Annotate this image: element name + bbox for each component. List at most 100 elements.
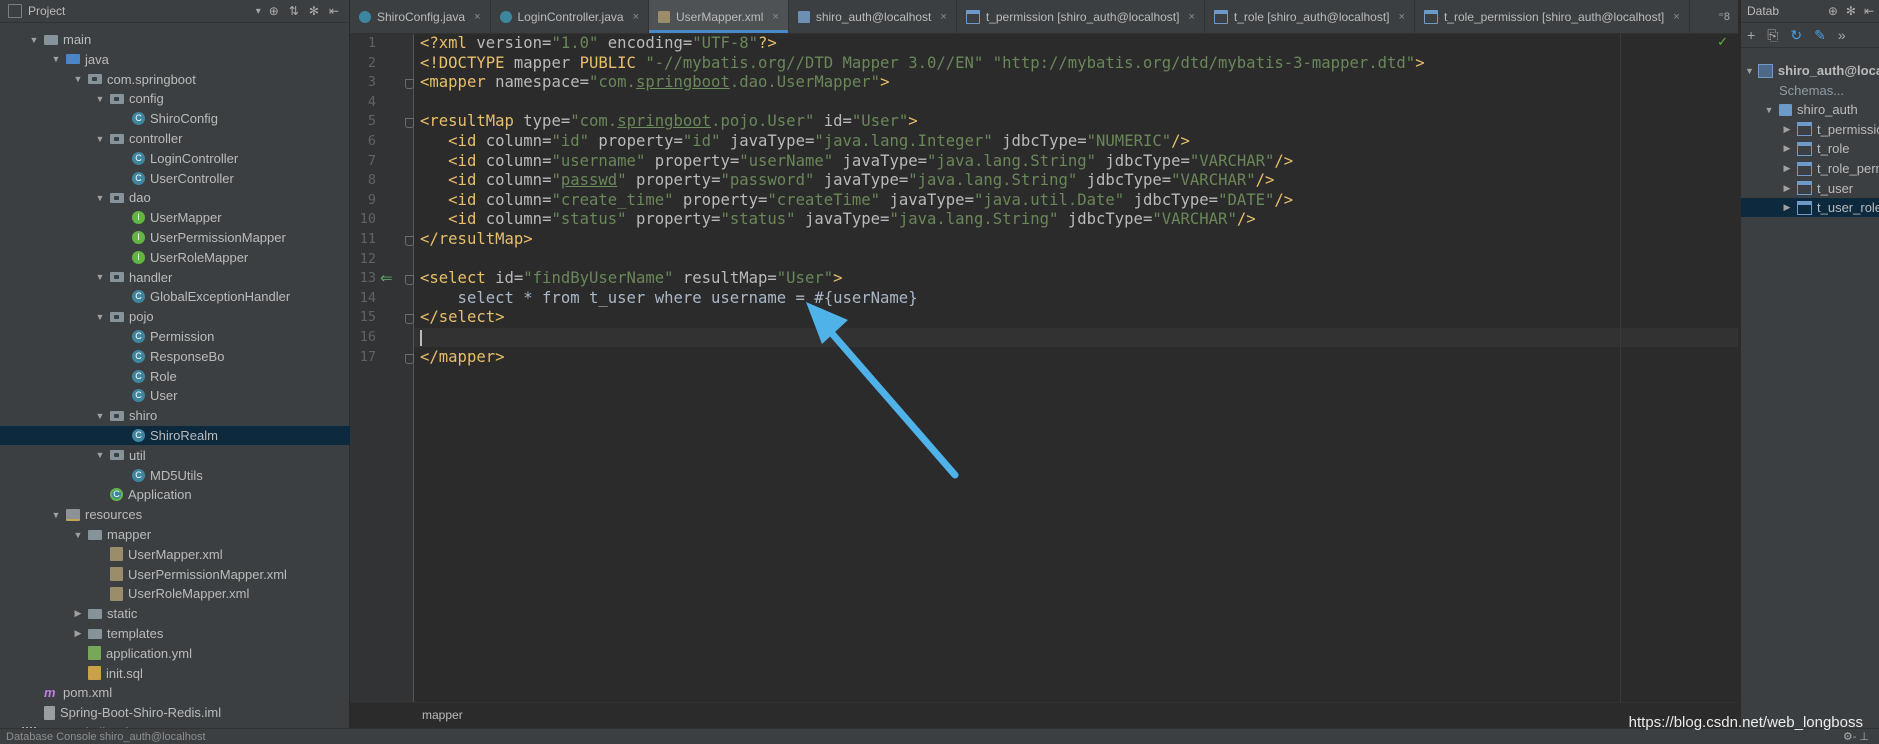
close-icon[interactable]: × xyxy=(1673,11,1679,23)
collapse-arrow-icon[interactable]: ▼ xyxy=(72,74,84,84)
tree-item[interactable]: ▼ main xyxy=(0,30,377,49)
navigate-to-method-icon[interactable]: ⇐ xyxy=(380,269,393,288)
fold-marker-icon[interactable] xyxy=(405,275,414,286)
code-line[interactable]: select * from t_user where username = #{… xyxy=(420,289,918,308)
code-line[interactable]: </resultMap> xyxy=(420,230,533,249)
db-toolbar-icon[interactable]: ↻ xyxy=(1790,27,1802,44)
xml-file-icon xyxy=(658,10,671,23)
close-icon[interactable]: × xyxy=(474,11,480,23)
expand-arrow-icon[interactable]: ▼ xyxy=(1763,105,1775,115)
project-tool-icon[interactable]: ⊕ xyxy=(269,4,279,18)
collapse-arrow-icon[interactable]: ▼ xyxy=(94,450,106,460)
database-panel-title[interactable]: Datab xyxy=(1747,4,1779,18)
project-tool-icon[interactable]: ⇅ xyxy=(289,4,299,18)
db-tree-item[interactable]: ▶ t_role_permission xyxy=(1741,159,1879,178)
code-line[interactable] xyxy=(420,328,422,347)
code-line[interactable]: <select id="findByUserName" resultMap="U… xyxy=(420,269,843,288)
collapse-arrow-icon[interactable]: ▼ xyxy=(50,510,62,520)
collapse-arrow-icon[interactable]: ▼ xyxy=(94,272,106,282)
collapse-arrow-icon[interactable]: ▼ xyxy=(94,134,106,144)
project-tool-icon[interactable]: ⇤ xyxy=(329,4,339,18)
db-tree-item[interactable]: Schemas... xyxy=(1741,81,1879,100)
collapse-arrow-icon[interactable]: ▼ xyxy=(50,54,62,64)
db-tree-item[interactable]: ▶ t_permission xyxy=(1741,120,1879,139)
expand-arrow-icon[interactable]: ▶ xyxy=(72,608,84,619)
chevron-down-icon[interactable]: ▾ xyxy=(256,6,261,17)
xml-icon xyxy=(110,567,123,582)
close-icon[interactable]: × xyxy=(1188,11,1194,23)
code-line[interactable]: <!DOCTYPE mapper PUBLIC "-//mybatis.org/… xyxy=(420,54,1425,73)
db-toolbar-icon[interactable]: ✎ xyxy=(1814,27,1826,44)
editor-tab[interactable]: LoginController.java × xyxy=(491,0,650,33)
collapse-arrow-icon[interactable]: ▼ xyxy=(28,35,40,45)
db-tool-icon[interactable]: ⊕ xyxy=(1828,4,1838,18)
code-token: jdbcType= xyxy=(1124,190,1219,209)
collapse-arrow-icon[interactable]: ▼ xyxy=(94,193,106,203)
expand-arrow-icon[interactable]: ▶ xyxy=(1781,183,1793,194)
code-line[interactable]: <resultMap type="com.springboot.pojo.Use… xyxy=(420,112,918,131)
editor-tab[interactable]: ShiroConfig.java × xyxy=(350,0,491,33)
code-line[interactable]: </mapper> xyxy=(420,348,505,367)
expand-arrow-icon[interactable]: ▶ xyxy=(1781,202,1793,213)
close-icon[interactable]: × xyxy=(633,11,639,23)
db-tree-item[interactable]: ▼ shiro_auth xyxy=(1741,100,1879,119)
expand-arrow-icon[interactable]: ▶ xyxy=(1781,124,1793,135)
editor-tab[interactable]: shiro_auth@localhost × xyxy=(789,0,957,33)
close-icon[interactable]: × xyxy=(940,11,946,23)
editor-tab[interactable]: t_permission [shiro_auth@localhost] × xyxy=(957,0,1205,33)
editor-tab[interactable]: UserMapper.xml × xyxy=(649,0,789,33)
code-line[interactable]: <id column="passwd" property="password" … xyxy=(420,171,1274,190)
close-icon[interactable]: × xyxy=(1399,11,1405,23)
tree-item[interactable]: Spring-Boot-Shiro-Redis.iml xyxy=(0,703,377,722)
code-editor[interactable]: 1 2 3 4 5 6 7 8 9 10 11 12 13 14 15 16 17 ⇐ <?xml version… xyxy=(350,34,1738,702)
fold-marker-icon[interactable] xyxy=(405,79,414,90)
code-line[interactable]: <id column="id" property="id" javaType="… xyxy=(420,132,1190,151)
status-text[interactable]: Database Console shiro_auth@localhost xyxy=(6,731,206,743)
collapse-arrow-icon[interactable]: ▼ xyxy=(72,530,84,540)
fold-marker-icon[interactable] xyxy=(405,353,414,364)
expand-arrow-icon[interactable]: ▶ xyxy=(72,628,84,639)
fold-marker-icon[interactable] xyxy=(405,236,414,246)
code-token: "findByUserName" xyxy=(523,269,674,288)
db-tool-icon[interactable]: ⇤ xyxy=(1864,4,1874,18)
code-line[interactable]: <id column="username" property="userName… xyxy=(420,152,1293,171)
project-tool-icon[interactable]: ✻ xyxy=(309,4,319,18)
tree-item-label: UserPermissionMapper.xml xyxy=(128,566,287,582)
editor-tab[interactable]: t_role_permission [shiro_auth@localhost]… xyxy=(1415,0,1690,33)
collapse-arrow-icon[interactable]: ▼ xyxy=(94,411,106,421)
tree-item[interactable]: ▼ resources xyxy=(0,505,399,524)
code-line[interactable]: <?xml version="1.0" encoding="UTF-8"?> xyxy=(420,34,777,53)
expand-arrow-icon[interactable]: ▶ xyxy=(1781,163,1793,174)
expand-arrow-icon[interactable]: ▼ xyxy=(1745,66,1754,76)
close-icon[interactable]: × xyxy=(772,11,778,23)
code-content[interactable]: <?xml version="1.0" encoding="UTF-8"?> <!… xyxy=(420,34,1720,702)
collapse-arrow-icon[interactable]: ▼ xyxy=(94,312,106,322)
db-tool-icon[interactable]: ✻ xyxy=(1846,4,1856,18)
code-token: javaType= xyxy=(795,210,890,229)
project-panel-title[interactable]: Project xyxy=(28,4,65,18)
tree-item-label: GlobalExceptionHandler xyxy=(150,289,291,305)
tree-item[interactable]: ▼ java xyxy=(0,50,399,69)
code-line[interactable]: <id column="status" property="status" ja… xyxy=(420,210,1255,229)
db-toolbar-icon[interactable]: + xyxy=(1747,27,1755,43)
db-toolbar-icon[interactable]: » xyxy=(1838,27,1846,43)
status-settings-icon[interactable]: ⚙- ⊥ xyxy=(1843,730,1869,743)
db-toolbar-icon[interactable]: ⎘ xyxy=(1767,27,1778,44)
code-line[interactable]: <id column="create_time" property="creat… xyxy=(420,191,1293,210)
breadcrumb-item[interactable]: mapper xyxy=(422,708,463,722)
fold-marker-icon[interactable] xyxy=(405,314,414,325)
code-line[interactable]: <mapper namespace="com.springboot.dao.Us… xyxy=(420,73,889,92)
db-tree-item[interactable]: ▶ t_user xyxy=(1741,179,1879,198)
db-tree-item[interactable]: ▼ shiro_auth@localhost xyxy=(1741,61,1879,80)
collapse-arrow-icon[interactable]: ▼ xyxy=(94,94,106,104)
java-file-icon xyxy=(499,10,512,23)
editor-tab[interactable]: t_role [shiro_auth@localhost] × xyxy=(1205,0,1415,33)
expand-arrow-icon[interactable]: ▶ xyxy=(1781,143,1793,154)
db-tree-item[interactable]: ▶ t_role xyxy=(1741,139,1879,158)
code-token: " xyxy=(617,171,627,190)
tabs-overflow-button[interactable]: ⁼8 xyxy=(1710,0,1738,33)
db-tree-item[interactable]: ▶ t_user_role xyxy=(1741,198,1879,218)
tree-item[interactable]: m pom.xml xyxy=(0,683,377,702)
fold-marker-icon[interactable] xyxy=(405,118,414,129)
code-line[interactable]: </select> xyxy=(420,308,505,327)
